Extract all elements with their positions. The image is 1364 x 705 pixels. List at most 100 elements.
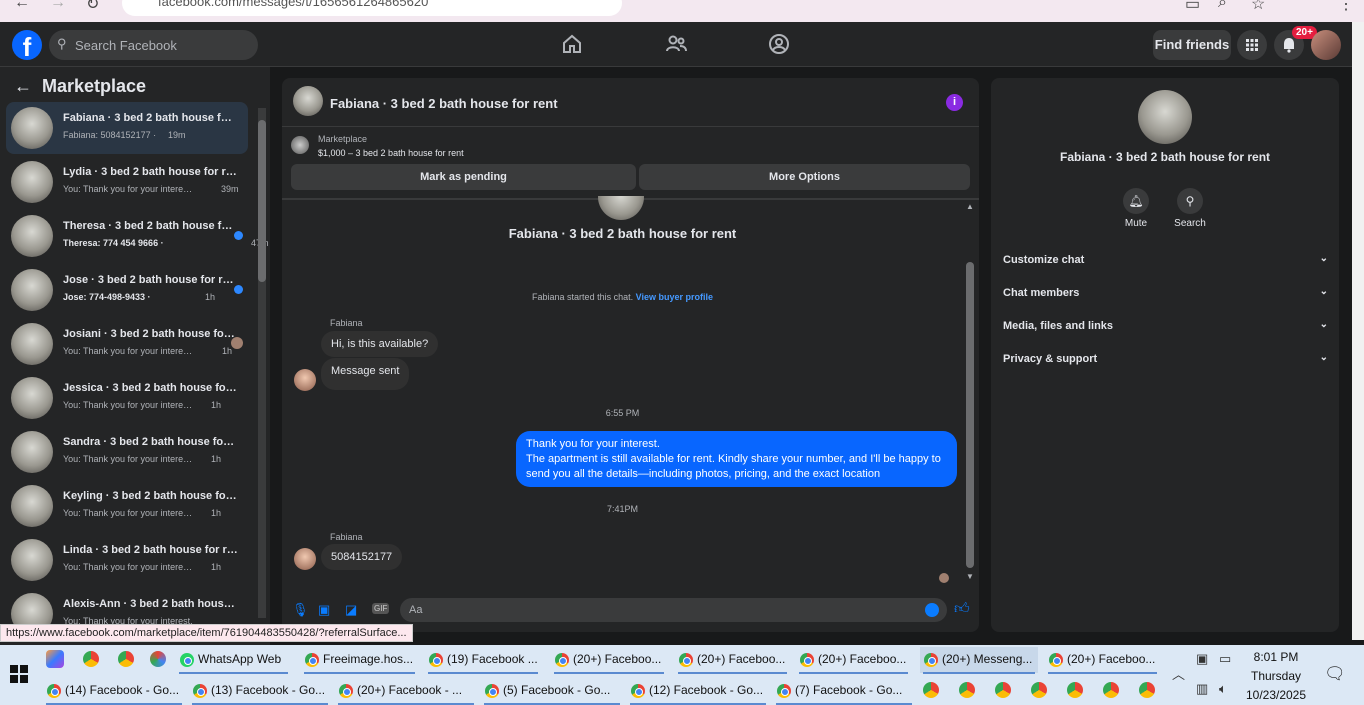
notification-center-icon[interactable]: 🗨︎: [1324, 664, 1346, 684]
taskbar-window[interactable]: (12) Facebook - Go...: [627, 678, 769, 704]
search-conversation-button[interactable]: ⚲: [1177, 188, 1203, 214]
incoming-message[interactable]: Message sent: [321, 358, 410, 390]
system-clock[interactable]: 8:01 PM Thursday 10/23/2025: [1236, 648, 1316, 705]
cast-icon[interactable]: ▭: [1185, 0, 1200, 14]
chrome-icon[interactable]: [1067, 682, 1083, 698]
taskbar-window[interactable]: (20+) Faceboo...: [1045, 647, 1160, 673]
seen-avatar: [231, 337, 243, 349]
conversation-item[interactable]: Keyling · 3 bed 2 bath house for rent You…: [6, 480, 248, 532]
thumbs-up-icon[interactable]: 👍︎: [954, 600, 970, 618]
account-avatar[interactable]: [1311, 30, 1341, 60]
menu-button[interactable]: [1237, 30, 1267, 60]
gif-icon[interactable]: GIF: [372, 603, 390, 614]
tray-device-icon[interactable]: ▣: [1196, 651, 1208, 667]
details-section[interactable]: Privacy & support ⌄: [1003, 352, 1328, 365]
taskbar-window[interactable]: (20+) Faceboo...: [675, 647, 790, 673]
conversation-item[interactable]: Jessica · 3 bed 2 bath house for rent You…: [6, 372, 248, 424]
bookmark-star-icon[interactable]: ☆: [1251, 0, 1265, 14]
view-buyer-profile-link[interactable]: View buyer profile: [636, 292, 713, 302]
back-arrow-icon[interactable]: ←: [14, 76, 32, 97]
scroll-up-icon[interactable]: ▲: [966, 202, 974, 211]
conversation-item[interactable]: Fabiana · 3 bed 2 bath house for rent Fab…: [6, 102, 248, 154]
microphone-icon[interactable]: 🎙︎: [292, 602, 309, 618]
incoming-message[interactable]: 5084152177: [321, 544, 403, 570]
copilot-icon[interactable]: [46, 650, 64, 668]
conversation-item[interactable]: Jose · 3 bed 2 bath house for rent Jose: …: [6, 264, 248, 316]
conversation-item[interactable]: Josiani · 3 bed 2 bath house for rent You…: [6, 318, 248, 370]
chat-scrollbar-thumb[interactable]: [966, 262, 974, 568]
emoji-icon[interactable]: [925, 603, 939, 617]
info-icon[interactable]: i: [946, 94, 963, 111]
battery-icon[interactable]: ▭: [1219, 651, 1231, 667]
conversation-item[interactable]: Sandra · 3 bed 2 bath house for rent You:…: [6, 426, 248, 478]
back-arrow-icon[interactable]: ←: [14, 0, 30, 12]
browser-menu-icon[interactable]: ⋮: [1338, 0, 1354, 14]
friends-icon[interactable]: [664, 32, 688, 56]
network-icon[interactable]: ▥: [1196, 681, 1208, 697]
unread-dot: [234, 285, 243, 294]
listing-price-title[interactable]: $1,000 – 3 bed 2 bath house for rent: [318, 148, 464, 158]
sender-name: Fabiana: [330, 532, 363, 542]
taskbar-window[interactable]: Freeimage.hos...: [301, 647, 418, 673]
sticker-icon[interactable]: ◪: [345, 602, 357, 618]
listing-thumbnail[interactable]: [291, 136, 309, 154]
windows-start-icon[interactable]: [10, 665, 28, 683]
sender-avatar[interactable]: [294, 548, 316, 570]
tray-chevron-icon[interactable]: ︿: [1172, 664, 1185, 683]
conversation-snippet: You: Thank you for your interest. T...: [63, 562, 193, 572]
address-bar[interactable]: facebook.com/messages/t/1656561264865620: [122, 0, 622, 16]
taskbar-window[interactable]: (20+) Faceboo...: [796, 647, 911, 673]
details-section[interactable]: Media, files and links ⌄: [1003, 319, 1328, 332]
chrome-icon[interactable]: [923, 682, 939, 698]
home-icon[interactable]: [560, 32, 584, 56]
find-friends-button[interactable]: Find friends: [1153, 30, 1231, 60]
taskbar-window[interactable]: (19) Facebook ...: [425, 647, 541, 673]
taskbar-window[interactable]: (14) Facebook - Go...: [43, 678, 185, 704]
taskbar-window[interactable]: WhatsApp Web: [176, 647, 291, 673]
conversation-name: Alexis-Ann · 3 bed 2 bath house for rent: [63, 598, 238, 610]
chrome-icon[interactable]: [1139, 682, 1155, 698]
chrome-icon[interactable]: [1103, 682, 1119, 698]
sidebar-scrollbar-thumb[interactable]: [258, 120, 266, 282]
conversation-time: 1h: [211, 508, 222, 518]
mute-button[interactable]: 🔔︎: [1123, 188, 1149, 214]
taskbar-window[interactable]: (5) Facebook - Go...: [481, 678, 623, 704]
taskbar-window[interactable]: (20+) Facebook - ...: [335, 678, 477, 704]
taskbar-window[interactable]: (13) Facebook - Go...: [189, 678, 331, 704]
chrome-icon[interactable]: [959, 682, 975, 698]
mark-as-pending-button[interactable]: Mark as pending: [291, 164, 636, 190]
listing-thumbnail: [11, 485, 53, 527]
chat-avatar[interactable]: [293, 86, 323, 116]
conversation-item[interactable]: Linda · 3 bed 2 bath house for rent You: …: [6, 534, 248, 586]
reload-icon[interactable]: ↻: [86, 0, 99, 14]
chrome-icon[interactable]: [83, 651, 99, 667]
taskbar-window[interactable]: (20+) Faceboo...: [551, 647, 667, 673]
chrome-icon[interactable]: [995, 682, 1011, 698]
incoming-message[interactable]: Hi, is this available?: [321, 331, 439, 357]
zoom-icon[interactable]: ⌕: [1218, 0, 1227, 12]
details-section[interactable]: Customize chat ⌄: [1003, 253, 1328, 266]
volume-icon[interactable]: 🔈︎: [1219, 681, 1227, 697]
details-avatar[interactable]: [1138, 90, 1192, 144]
chrome-icon[interactable]: [118, 651, 134, 667]
sender-avatar[interactable]: [294, 369, 316, 391]
search-input[interactable]: ⚲ Search Facebook: [49, 30, 258, 60]
forward-arrow-icon[interactable]: →: [50, 0, 66, 12]
outgoing-message[interactable]: Thank you for your interest. The apartme…: [516, 431, 957, 487]
facebook-logo[interactable]: f: [12, 30, 42, 62]
conversation-item[interactable]: Theresa · 3 bed 2 bath house for rent The…: [6, 210, 269, 262]
details-section[interactable]: Chat members ⌄: [1003, 286, 1328, 299]
chrome-icon[interactable]: [1031, 682, 1047, 698]
taskbar-window[interactable]: (20+) Messeng...: [920, 647, 1038, 673]
taskbar-window[interactable]: (7) Facebook - Go...: [773, 678, 915, 704]
groups-icon[interactable]: [767, 32, 791, 56]
conversation-time: 1h: [211, 400, 222, 410]
app-icon[interactable]: [150, 651, 166, 667]
conversation-item[interactable]: Lydia · 3 bed 2 bath house for rent You: …: [6, 156, 248, 208]
image-icon[interactable]: ▣: [318, 602, 330, 618]
more-options-button[interactable]: More Options: [639, 164, 970, 190]
scroll-down-icon[interactable]: ▼: [966, 572, 974, 581]
chat-title[interactable]: Fabiana · 3 bed 2 bath house for rent: [330, 96, 558, 111]
page-scrollbar[interactable]: [1352, 22, 1364, 640]
message-input[interactable]: Aa: [400, 598, 947, 622]
